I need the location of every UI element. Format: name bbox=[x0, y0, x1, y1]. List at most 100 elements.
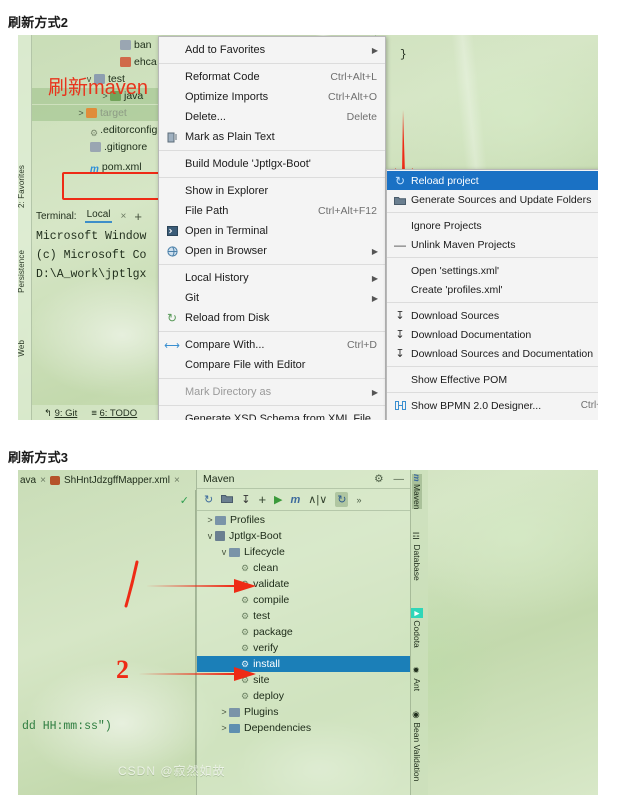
toolwindow-bean-validation[interactable]: ◉ Bean Validation bbox=[412, 710, 422, 781]
maven-file-icon: m bbox=[90, 164, 99, 175]
menu-item-compare-file-with-editor[interactable]: Compare File with Editor bbox=[159, 355, 385, 375]
toolwindow-persistence[interactable]: Persistence bbox=[18, 250, 26, 293]
maven-tool-window[interactable]: Maven ⚙ — ↻ ↧ + ▶ m ∧|∨ ↻ » > Profiles vJ… bbox=[196, 470, 410, 795]
run-icon[interactable]: ▶ bbox=[274, 493, 282, 506]
tree-row-jptlgx-boot[interactable]: v Jptlgx-Boot bbox=[197, 528, 410, 544]
submenu-item-show-effective-pom[interactable]: Show Effective POM bbox=[387, 370, 598, 389]
generate-sources-icon[interactable] bbox=[221, 493, 234, 506]
todo-status-item[interactable]: ≡ 6: TODO bbox=[91, 408, 137, 419]
toolwindow-maven[interactable]: m Maven bbox=[412, 474, 422, 510]
reload-icon[interactable]: ↻ bbox=[204, 493, 213, 506]
tree-row-compile[interactable]: ⚙ compile bbox=[197, 592, 410, 608]
menu-item-build-module[interactable]: Build Module 'Jptlgx-Boot' bbox=[159, 154, 385, 174]
submenu-item-create-profiles-xml[interactable]: Create 'profiles.xml' bbox=[387, 280, 598, 299]
tree-label: .gitignore bbox=[104, 141, 148, 153]
menu-label: Generate XSD Schema from XML File... bbox=[185, 413, 381, 420]
toggle-offline-icon[interactable]: ↻ bbox=[335, 492, 349, 507]
tree-row[interactable]: ehca bbox=[120, 54, 157, 70]
toolwindow-ant[interactable]: ✹ Ant bbox=[412, 666, 422, 691]
tree-label: compile bbox=[253, 594, 290, 606]
tree-row-dependencies[interactable]: > Dependencies bbox=[197, 720, 410, 736]
menu-item-reload-from-disk[interactable]: ↻ Reload from Disk bbox=[159, 308, 385, 328]
git-status-item[interactable]: ↰ 9: Git bbox=[44, 408, 77, 419]
maven-project-tree[interactable]: > Profiles v Jptlgx-Boot v Lifecycle ⚙ clean… bbox=[197, 512, 410, 795]
red-arrow-right-2-icon bbox=[138, 667, 256, 681]
toolwindow-web[interactable]: Web bbox=[18, 340, 26, 357]
editor-tab-mapper-xml[interactable]: ShHntJdzgffMapper.xml bbox=[64, 475, 170, 486]
submenu-item-download-sources-and-documentation[interactable]: ↧ Download Sources and Documentation bbox=[387, 344, 598, 363]
editor-tab-bar[interactable]: ava × ShHntJdzgffMapper.xml × bbox=[18, 470, 196, 490]
chevron-right-icon: ▶ bbox=[371, 273, 378, 283]
menu-item-git[interactable]: Git ▶ bbox=[159, 288, 385, 308]
download-icon: ↧ bbox=[395, 310, 405, 322]
close-icon[interactable]: × bbox=[174, 475, 180, 486]
unlink-icon: — bbox=[394, 237, 406, 252]
close-icon[interactable]: × bbox=[120, 211, 126, 222]
submenu-item-download-sources[interactable]: ↧ Download Sources bbox=[387, 306, 598, 325]
tree-row[interactable]: ban bbox=[120, 37, 152, 53]
menu-item-open-in-browser[interactable]: Open in Browser ▶ bbox=[159, 241, 385, 261]
submenu-item-open-settings-xml[interactable]: Open 'settings.xml' bbox=[387, 261, 598, 280]
tree-label: deploy bbox=[253, 690, 285, 702]
menu-item-local-history[interactable]: Local History ▶ bbox=[159, 268, 385, 288]
menu-label: Show BPMN 2.0 Designer... bbox=[411, 399, 542, 412]
close-icon[interactable]: × bbox=[40, 475, 46, 486]
add-icon[interactable]: + bbox=[134, 209, 142, 224]
editor-tab-java[interactable]: ava bbox=[20, 475, 36, 486]
toolwindow-codota[interactable]: ► Codota bbox=[411, 608, 423, 648]
tree-row-lifecycle[interactable]: v Lifecycle bbox=[197, 544, 410, 560]
menu-item-show-in-explorer[interactable]: Show in Explorer bbox=[159, 181, 385, 201]
tree-row-clean[interactable]: ⚙ clean bbox=[197, 560, 410, 576]
toolwindow-database[interactable]: ☲ Database bbox=[412, 532, 422, 581]
menu-item-mark-as-plain-text[interactable]: Mark as Plain Text bbox=[159, 127, 385, 147]
maven-m-icon[interactable]: m bbox=[291, 494, 301, 506]
chevron-right-icon[interactable]: > bbox=[205, 515, 215, 525]
menu-item-file-path[interactable]: File Path Ctrl+Alt+F12 bbox=[159, 201, 385, 221]
tree-row-plugins[interactable]: > Plugins bbox=[197, 704, 410, 720]
maven-panel-toolbar[interactable]: ↻ ↧ + ▶ m ∧|∨ ↻ » bbox=[197, 489, 410, 511]
toolwindow-favorites[interactable]: 2: Favorites bbox=[18, 165, 26, 208]
tree-label: Dependencies bbox=[244, 722, 312, 734]
chevron-down-icon[interactable]: v bbox=[205, 531, 215, 541]
tree-row-profiles[interactable]: > Profiles bbox=[197, 512, 410, 528]
tree-label: target bbox=[100, 107, 127, 119]
terminal-tab-local[interactable]: Local bbox=[84, 209, 113, 223]
submenu-item-unlink-maven-projects[interactable]: — Unlink Maven Projects bbox=[387, 235, 598, 254]
submenu-item-reload-project[interactable]: ↻ Reload project bbox=[387, 171, 598, 190]
submenu-item-show-bpmn-designer[interactable]: Show BPMN 2.0 Designer... Ctrl+Al bbox=[387, 396, 598, 415]
chevron-right-icon[interactable]: > bbox=[219, 707, 229, 717]
gear-icon: ⚙ bbox=[241, 690, 250, 701]
expand-icon[interactable]: » bbox=[356, 495, 361, 505]
submenu-item-download-documentation[interactable]: ↧ Download Documentation bbox=[387, 325, 598, 344]
menu-item-compare-with[interactable]: ⟷ Compare With... Ctrl+D bbox=[159, 335, 385, 355]
maven-submenu[interactable]: ↻ Reload project Generate Sources and Upd… bbox=[386, 169, 598, 420]
tree-row-verify[interactable]: ⚙ verify bbox=[197, 640, 410, 656]
menu-item-optimize-imports[interactable]: Optimize Imports Ctrl+Alt+O bbox=[159, 87, 385, 107]
gear-icon: ⚙ bbox=[241, 562, 250, 573]
tree-row[interactable]: .gitignore bbox=[90, 139, 147, 155]
add-icon[interactable]: + bbox=[258, 492, 266, 507]
context-menu[interactable]: Add to Favorites ▶ Reformat Code Ctrl+Alt+… bbox=[158, 36, 386, 420]
chevron-right-icon[interactable]: > bbox=[76, 105, 86, 121]
submenu-item-ignore-projects[interactable]: Ignore Projects bbox=[387, 216, 598, 235]
menu-item-reformat-code[interactable]: Reformat Code Ctrl+Alt+L bbox=[159, 67, 385, 87]
minimize-icon[interactable]: — bbox=[394, 473, 405, 485]
gear-icon[interactable]: ⚙ bbox=[374, 473, 383, 485]
git-file-icon bbox=[90, 142, 101, 152]
tree-row[interactable]: ⚙ .editorconfig bbox=[90, 122, 157, 138]
submenu-item-generate-sources[interactable]: Generate Sources and Update Folders bbox=[387, 190, 598, 209]
chevron-down-icon[interactable]: v bbox=[219, 547, 229, 557]
tree-row-deploy[interactable]: ⚙ deploy bbox=[197, 688, 410, 704]
menu-item-open-in-terminal[interactable]: Open in Terminal bbox=[159, 221, 385, 241]
tree-row-package[interactable]: ⚙ package bbox=[197, 624, 410, 640]
tree-row-test[interactable]: ⚙ test bbox=[197, 608, 410, 624]
chevron-right-icon[interactable]: > bbox=[219, 723, 229, 733]
plain-text-icon bbox=[165, 131, 179, 144]
submenu-item-show-bpmn-overview-popup[interactable]: Show BPMN 2.0 Overview Popup... C bbox=[387, 415, 598, 421]
menu-item-add-to-favorites[interactable]: Add to Favorites ▶ bbox=[159, 40, 385, 60]
download-icon[interactable]: ↧ bbox=[241, 493, 250, 506]
skip-tests-icon[interactable]: ∧|∨ bbox=[308, 493, 327, 506]
menu-item-generate-xsd-schema[interactable]: Generate XSD Schema from XML File... bbox=[159, 409, 385, 420]
menu-item-delete[interactable]: Delete... Delete bbox=[159, 107, 385, 127]
tree-label: Jptlgx-Boot bbox=[229, 530, 282, 542]
